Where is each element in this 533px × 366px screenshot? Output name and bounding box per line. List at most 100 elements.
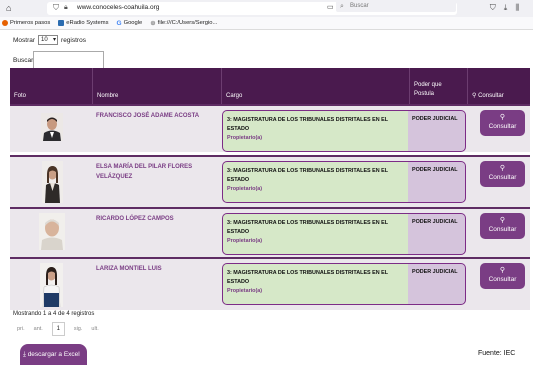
- table-row: ELSA MARÍA DEL PILAR FLORES VELÁZQUEZ 3:…: [10, 155, 530, 207]
- candidate-name[interactable]: ELSA MARÍA DEL PILAR FLORES VELÁZQUEZ: [96, 162, 224, 182]
- pager-last[interactable]: ult.: [91, 326, 98, 332]
- search-icon: ⚲: [499, 217, 506, 224]
- consult-button-label: Consultar: [488, 123, 517, 130]
- consult-button[interactable]: ⚲ Consultar: [480, 213, 525, 239]
- header-consultar: ⚲ Consultar: [468, 68, 530, 104]
- candidate-name[interactable]: LARIZA MONTIEL LUIS: [96, 264, 224, 274]
- poder-cell: PODER JUDICIAL: [408, 161, 466, 203]
- pager-current[interactable]: 1: [51, 322, 65, 336]
- name-line: RICARDO LÓPEZ CAMPOS: [96, 216, 174, 222]
- cargo-tipo: Propietario(a): [227, 135, 263, 141]
- table-row: RICARDO LÓPEZ CAMPOS 3: MAGISTRATURA DE …: [10, 207, 530, 257]
- header-nombre[interactable]: Nombre: [93, 68, 222, 104]
- search-icon: ⚲: [499, 165, 506, 172]
- browser-search-input[interactable]: ⌕ Buscar: [336, 1, 456, 12]
- poder-cell: PODER JUDICIAL: [408, 263, 466, 305]
- header-nombre-label: Nombre: [97, 93, 119, 99]
- table-row: FRANCISCO JOSÉ ADAME ACOSTA 3: MAGISTRAT…: [10, 104, 530, 152]
- poder-cell: PODER JUDICIAL: [408, 213, 466, 255]
- consult-button-label: Consultar: [488, 276, 517, 283]
- browser-toolbar: ⌂ ⛉ 🔒︎ www.conoceles-coahuila.org ▭ ⛬ ☆ …: [0, 0, 533, 17]
- bookmark-label: eRadio Systems: [66, 20, 109, 26]
- pager-prev[interactable]: ant.: [34, 326, 43, 332]
- cargo-cell: 3: MAGISTRATURA DE LOS TRIBUNALES DISTRI…: [222, 110, 412, 152]
- search-icon: ⚲: [499, 114, 506, 121]
- name-line: LARIZA MONTIEL LUIS: [96, 266, 162, 272]
- shield-icon[interactable]: ⛉: [53, 3, 59, 13]
- pager-first[interactable]: pri.: [17, 326, 25, 332]
- cargo-line: 3: MAGISTRATURA DE LOS TRIBUNALES DISTRI…: [227, 270, 389, 276]
- source-note: Fuente: IEC: [478, 350, 516, 357]
- pager-next[interactable]: sig.: [74, 326, 83, 332]
- consult-button-label: Consultar: [488, 226, 517, 233]
- header-poder-line2: Postula: [414, 91, 435, 97]
- cargo-cell: 3: MAGISTRATURA DE LOS TRIBUNALES DISTRI…: [222, 161, 412, 203]
- bookmark-label: Primeros pasos: [10, 20, 51, 26]
- candidate-photo: [40, 263, 63, 307]
- header-poder-label: Poder que Postula: [414, 81, 442, 99]
- table-header: Foto Nombre Cargo Poder que Postula ⚲ Con…: [10, 68, 530, 104]
- home-icon[interactable]: ⌂: [6, 3, 11, 13]
- show-suffix: registros: [61, 36, 86, 44]
- cargo-tipo: Propietario(a): [227, 238, 263, 244]
- candidate-name[interactable]: FRANCISCO JOSÉ ADAME ACOSTA: [96, 111, 224, 121]
- cargo-line: 3: MAGISTRATURA DE LOS TRIBUNALES DISTRI…: [227, 168, 389, 174]
- candidate-photo-figure: [39, 213, 65, 250]
- show-prefix: Mostrar: [13, 36, 36, 44]
- bookmark-eradio[interactable]: eRadio Systems: [58, 20, 109, 26]
- header-cargo[interactable]: Cargo: [222, 68, 410, 104]
- google-icon: G: [116, 19, 122, 27]
- search-icon: ⚲: [499, 267, 506, 274]
- bookmark-file[interactable]: ⊕ file:///C:/Users/Sergio...: [150, 19, 217, 27]
- header-foto-label: Foto: [14, 93, 27, 99]
- bookmark-primeros-pasos[interactable]: Primeros pasos: [2, 20, 50, 26]
- lock-icon[interactable]: 🔒︎: [64, 4, 68, 12]
- candidate-photo: [39, 213, 65, 250]
- bookmark-label: file:///C:/Users/Sergio...: [157, 20, 218, 26]
- consult-button-label: Consultar: [488, 174, 517, 181]
- page-length-select[interactable]: 10: [38, 35, 59, 45]
- candidate-name[interactable]: RICARDO LÓPEZ CAMPOS: [96, 214, 224, 224]
- header-poder-line1: Poder que: [414, 82, 442, 88]
- header-cargo-label: Cargo: [226, 93, 243, 99]
- cargo-cell: 3: MAGISTRATURA DE LOS TRIBUNALES DISTRI…: [222, 263, 412, 305]
- cargo-line: ESTADO: [227, 279, 250, 285]
- cargo-line: 3: MAGISTRATURA DE LOS TRIBUNALES DISTRI…: [227, 117, 389, 123]
- candidate-photo: [42, 161, 63, 203]
- table-row: LARIZA MONTIEL LUIS 3: MAGISTRATURA DE L…: [10, 257, 530, 310]
- candidate-photo-figure: [40, 263, 63, 307]
- cargo-cell: 3: MAGISTRATURA DE LOS TRIBUNALES DISTRI…: [222, 213, 412, 255]
- pagination: pri. ant. 1 sig. ult.: [17, 322, 108, 336]
- cargo-tipo: Propietario(a): [227, 186, 263, 192]
- candidate-photo: [41, 113, 63, 141]
- eradio-icon: [58, 20, 65, 26]
- candidate-photo-figure: [41, 113, 63, 141]
- bookmark-label: Google: [123, 20, 143, 26]
- bookmarks-bar: Primeros pasos eRadio Systems G Google ⊕…: [0, 17, 533, 30]
- candidate-photo-figure: [42, 161, 63, 203]
- page-length-control: Mostrar 10 registros: [13, 35, 86, 45]
- cargo-line: ESTADO: [227, 126, 250, 132]
- url-text: www.conoceles-coahuila.org: [77, 4, 160, 11]
- cargo-line: 3: MAGISTRATURA DE LOS TRIBUNALES DISTRI…: [227, 220, 389, 226]
- name-line: VELÁZQUEZ: [96, 174, 133, 180]
- toolbar-right-icons[interactable]: ⛉⤓⫼: [490, 3, 527, 13]
- header-poder[interactable]: Poder que Postula: [410, 68, 468, 104]
- poder-cell: PODER JUDICIAL: [408, 110, 466, 152]
- download-icon: ⤓: [23, 351, 26, 358]
- browser-search-placeholder: Buscar: [350, 3, 369, 9]
- firefox-icon: [2, 20, 8, 26]
- bookmark-google[interactable]: G Google: [117, 20, 143, 27]
- header-foto[interactable]: Foto: [10, 68, 93, 104]
- download-excel-label: descargar a Excel: [27, 351, 80, 358]
- header-consultar-label: ⚲ Consultar: [472, 93, 504, 99]
- search-input[interactable]: [33, 51, 104, 69]
- consult-button[interactable]: ⚲ Consultar: [480, 263, 525, 289]
- download-excel-button[interactable]: ⤓ descargar a Excel: [20, 344, 87, 365]
- header-consultar-text: Consultar: [478, 93, 504, 99]
- name-line: FRANCISCO JOSÉ ADAME ACOSTA: [96, 113, 200, 119]
- search-label: Buscar:: [13, 57, 36, 64]
- consult-button[interactable]: ⚲ Consultar: [480, 110, 525, 136]
- consult-button[interactable]: ⚲ Consultar: [480, 161, 525, 187]
- search-icon: ⌕: [340, 3, 344, 10]
